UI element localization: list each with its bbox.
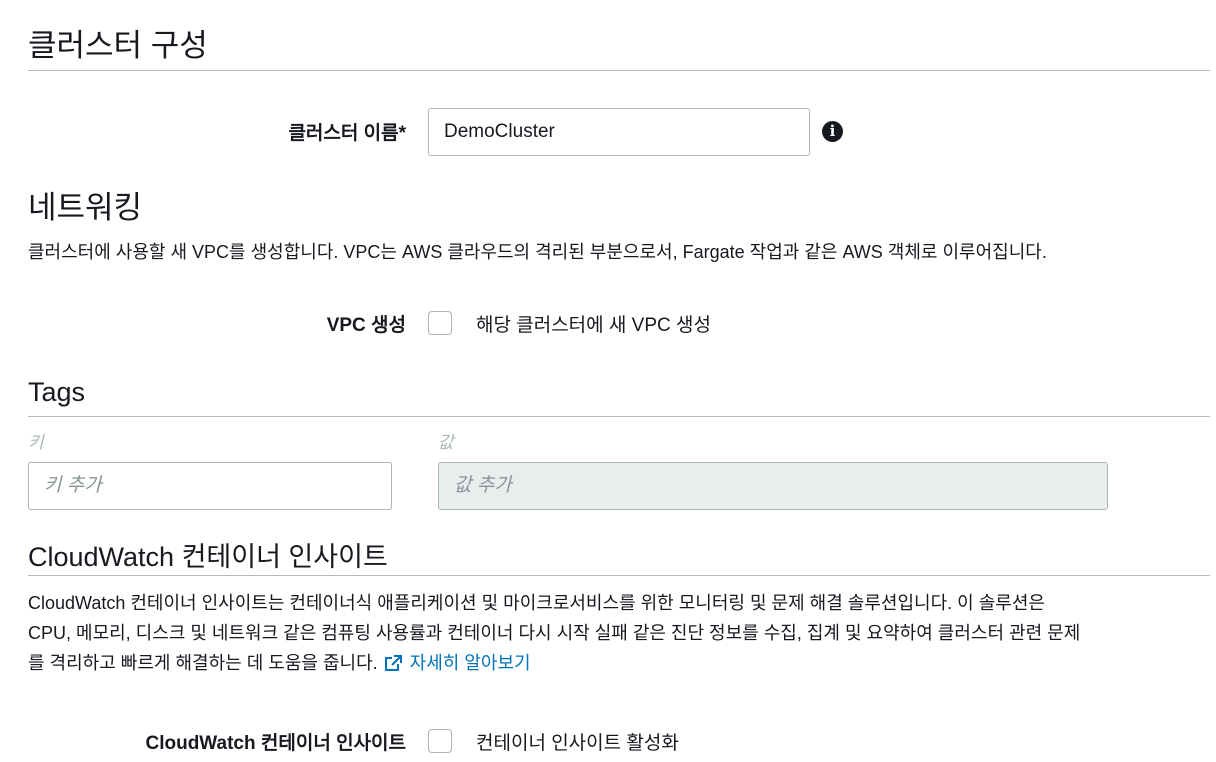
cloudwatch-divider	[28, 575, 1210, 576]
cloudwatch-description-line2: CPU, 메모리, 디스크 및 네트워크 같은 컴퓨팅 사용률과 컨테이너 다시…	[28, 623, 1081, 643]
info-icon[interactable]: i	[822, 121, 843, 142]
container-insights-label: CloudWatch 컨테이너 인사이트	[145, 733, 406, 754]
container-insights-checkbox[interactable]	[428, 729, 452, 753]
learn-more-link[interactable]: 자세히 알아보기	[383, 653, 531, 673]
vpc-create-checkbox-label[interactable]: 해당 클러스터에 새 VPC 생성	[476, 310, 711, 337]
cluster-name-input[interactable]	[428, 108, 810, 156]
cluster-name-label: 클러스터 이름*	[288, 123, 406, 144]
tag-key-input[interactable]	[28, 462, 392, 510]
container-insights-checkbox-label[interactable]: 컨테이너 인사이트 활성화	[476, 728, 679, 755]
tags-divider	[28, 416, 1210, 417]
cloudwatch-description-line1: CloudWatch 컨테이너 인사이트는 컨테이너식 애플리케이션 및 마이크…	[28, 593, 1045, 613]
learn-more-link-text[interactable]: 자세히 알아보기	[410, 653, 531, 673]
tag-key-column-label: 키	[28, 433, 44, 452]
networking-description: 클러스터에 사용할 새 VPC를 생성합니다. VPC는 AWS 클라우드의 격…	[28, 242, 1047, 262]
external-link-icon	[384, 655, 402, 671]
networking-title: 네트워킹	[28, 190, 143, 225]
tag-value-input[interactable]	[438, 462, 1108, 510]
cloudwatch-description-text: 를 격리하고 빠르게 해결하는 데 도움을 줍니다.	[28, 653, 378, 673]
cloudwatch-title: CloudWatch 컨테이너 인사이트	[28, 542, 388, 572]
cluster-config-title: 클러스터 구성	[28, 28, 208, 63]
tag-value-column-label: 값	[438, 433, 454, 452]
cloudwatch-description-line3: 를 격리하고 빠르게 해결하는 데 도움을 줍니다. 자세히 알아보기	[28, 649, 531, 675]
vpc-create-label: VPC 생성	[326, 315, 406, 336]
cluster-config-divider	[28, 70, 1210, 71]
vpc-create-checkbox[interactable]	[428, 311, 452, 335]
tags-title: Tags	[28, 377, 86, 407]
